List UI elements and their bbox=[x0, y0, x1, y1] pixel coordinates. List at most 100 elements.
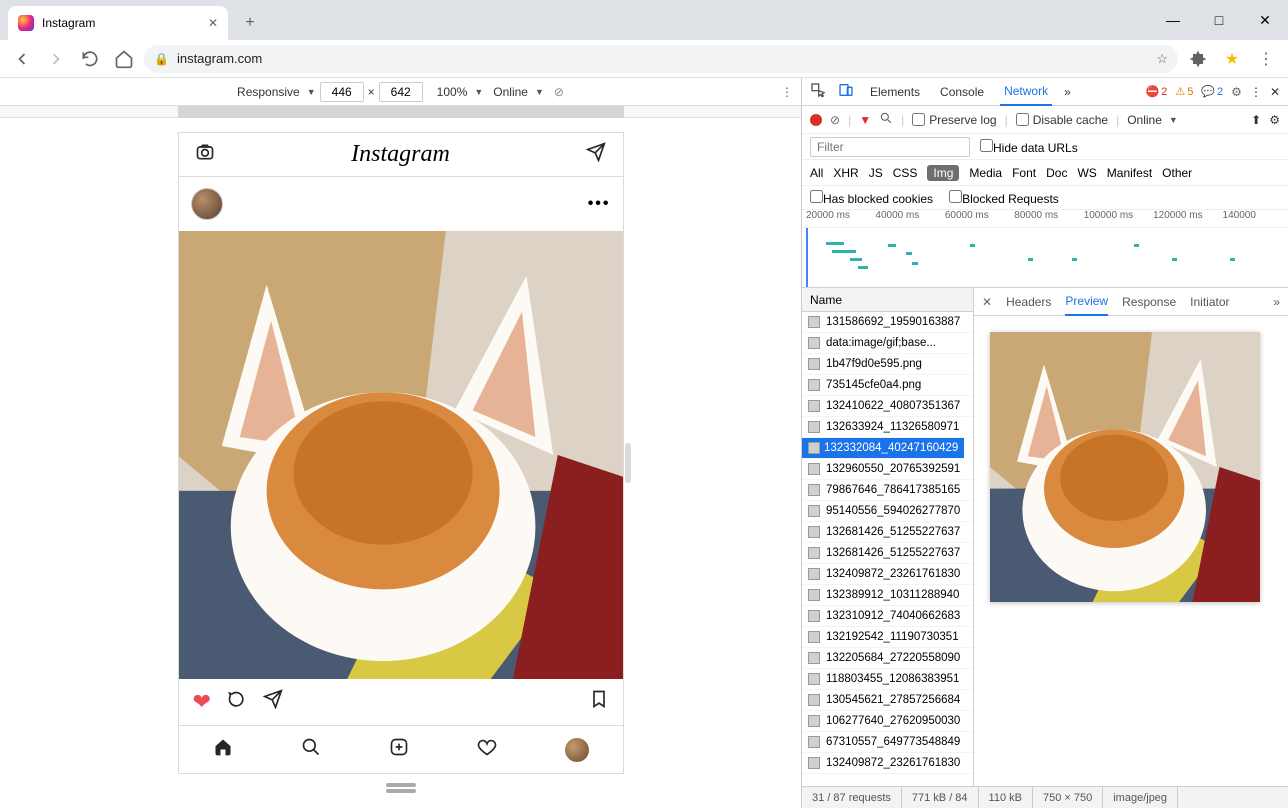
network-settings-icon[interactable]: ⚙ bbox=[1269, 113, 1280, 127]
request-row[interactable]: data:image/gif;base... bbox=[802, 333, 973, 354]
request-row[interactable]: 106277640_27620950030 bbox=[802, 711, 973, 732]
request-row[interactable]: 118803455_12086383951 bbox=[802, 669, 973, 690]
reload-button[interactable] bbox=[76, 45, 104, 73]
like-button[interactable]: ❤ bbox=[193, 689, 211, 715]
filter-type-all[interactable]: All bbox=[810, 166, 823, 180]
close-window-button[interactable]: ✕ bbox=[1242, 0, 1288, 40]
request-row[interactable]: 132332084_40247160429 bbox=[802, 438, 964, 459]
nav-search-icon[interactable] bbox=[301, 737, 321, 763]
detail-more-tabs-icon[interactable]: » bbox=[1273, 295, 1280, 309]
filter-toggle-icon[interactable]: ▼ bbox=[859, 113, 871, 127]
filter-type-font[interactable]: Font bbox=[1012, 166, 1036, 180]
nav-add-icon[interactable] bbox=[389, 737, 409, 763]
share-button[interactable] bbox=[263, 689, 283, 715]
clear-button[interactable]: ⊘ bbox=[830, 113, 840, 127]
request-row[interactable]: 131586692_19590163887 bbox=[802, 312, 973, 333]
record-button[interactable] bbox=[810, 114, 822, 126]
browser-tab[interactable]: Instagram ✕ bbox=[8, 6, 228, 40]
device-toolbar-menu-icon[interactable]: ⋮ bbox=[781, 85, 793, 99]
request-row[interactable]: 132310912_74040662683 bbox=[802, 606, 973, 627]
filter-type-img[interactable]: Img bbox=[927, 165, 959, 181]
star-icon[interactable]: ☆ bbox=[1156, 51, 1168, 67]
name-column-header[interactable]: Name bbox=[802, 288, 973, 312]
more-tabs-icon[interactable]: » bbox=[1064, 85, 1071, 99]
post-more-icon[interactable]: ••• bbox=[588, 195, 611, 213]
back-button[interactable] bbox=[8, 45, 36, 73]
request-row[interactable]: 130545621_27857256684 bbox=[802, 690, 973, 711]
request-row[interactable]: 132389912_10311288940 bbox=[802, 585, 973, 606]
disable-cache-checkbox[interactable]: Disable cache bbox=[1016, 113, 1108, 127]
chrome-menu-icon[interactable]: ⋮ bbox=[1252, 45, 1280, 73]
close-preview-button[interactable]: ✕ bbox=[982, 295, 992, 309]
warning-count[interactable]: ⚠5 bbox=[1175, 85, 1193, 98]
settings-icon[interactable]: ⚙ bbox=[1231, 85, 1242, 99]
device-mode-select[interactable]: Responsive bbox=[237, 85, 316, 99]
comment-button[interactable] bbox=[227, 689, 247, 715]
resize-handle[interactable] bbox=[625, 443, 631, 483]
waterfall-overview[interactable] bbox=[802, 228, 1288, 288]
minimize-button[interactable]: — bbox=[1150, 0, 1196, 40]
devtools-close-icon[interactable]: ✕ bbox=[1270, 85, 1280, 99]
extensions-icon[interactable] bbox=[1184, 45, 1212, 73]
new-tab-button[interactable]: + bbox=[236, 9, 264, 37]
filter-type-doc[interactable]: Doc bbox=[1046, 166, 1067, 180]
detail-tab-response[interactable]: Response bbox=[1122, 288, 1176, 316]
inspect-icon[interactable] bbox=[810, 82, 826, 101]
filter-input[interactable] bbox=[810, 137, 970, 157]
bottom-drag-handle[interactable] bbox=[386, 783, 416, 787]
nav-home-icon[interactable] bbox=[213, 737, 233, 763]
device-toggle-icon[interactable] bbox=[838, 82, 854, 101]
request-row[interactable]: 132409872_23261761830 bbox=[802, 753, 973, 774]
rotate-icon[interactable]: ⊘ bbox=[554, 85, 564, 99]
request-row[interactable]: 132681426_51255227637 bbox=[802, 522, 973, 543]
request-row[interactable]: 132205684_27220558090 bbox=[802, 648, 973, 669]
bookmark-button[interactable] bbox=[589, 689, 609, 715]
send-icon[interactable] bbox=[586, 142, 606, 167]
post-avatar[interactable] bbox=[191, 188, 223, 220]
detail-tab-preview[interactable]: Preview bbox=[1065, 288, 1108, 316]
info-count[interactable]: 💬2 bbox=[1201, 85, 1223, 98]
filter-type-js[interactable]: JS bbox=[869, 166, 883, 180]
filter-type-xhr[interactable]: XHR bbox=[833, 166, 858, 180]
hide-data-urls-checkbox[interactable]: Hide data URLs bbox=[980, 139, 1078, 155]
post-image[interactable] bbox=[179, 231, 623, 679]
address-bar[interactable]: 🔒 instagram.com ☆ bbox=[144, 45, 1178, 73]
nav-profile-icon[interactable] bbox=[565, 738, 589, 762]
home-button[interactable] bbox=[110, 45, 138, 73]
detail-tab-headers[interactable]: Headers bbox=[1006, 288, 1051, 316]
instagram-logo[interactable]: Instagram bbox=[351, 141, 450, 168]
request-row[interactable]: 132409872_23261761830 bbox=[802, 564, 973, 585]
filter-type-media[interactable]: Media bbox=[969, 166, 1002, 180]
import-har-icon[interactable]: ⬆ bbox=[1251, 113, 1261, 127]
filter-type-css[interactable]: CSS bbox=[893, 166, 918, 180]
throttle-select[interactable]: Online bbox=[493, 85, 544, 99]
viewport-height-input[interactable] bbox=[379, 82, 423, 102]
preserve-log-checkbox[interactable]: Preserve log bbox=[912, 113, 996, 127]
viewport-width-input[interactable] bbox=[320, 82, 364, 102]
tab-network[interactable]: Network bbox=[1000, 78, 1052, 106]
nav-activity-icon[interactable] bbox=[477, 737, 497, 763]
request-row[interactable]: 1b47f9d0e595.png bbox=[802, 354, 973, 375]
maximize-button[interactable]: □ bbox=[1196, 0, 1242, 40]
request-row[interactable]: 132410622_40807351367 bbox=[802, 396, 973, 417]
tab-close-icon[interactable]: ✕ bbox=[208, 16, 218, 30]
request-row[interactable]: 95140556_594026277870 bbox=[802, 501, 973, 522]
extension-badge-icon[interactable]: ★ bbox=[1218, 45, 1246, 73]
request-row[interactable]: 67310557_649773548849 bbox=[802, 732, 973, 753]
forward-button[interactable] bbox=[42, 45, 70, 73]
detail-tab-initiator[interactable]: Initiator bbox=[1190, 288, 1229, 316]
devtools-menu-icon[interactable]: ⋮ bbox=[1250, 85, 1262, 99]
error-count[interactable]: ⛔2 bbox=[1146, 85, 1168, 98]
request-row[interactable]: 79867646_786417385165 bbox=[802, 480, 973, 501]
filter-type-manifest[interactable]: Manifest bbox=[1107, 166, 1152, 180]
request-row[interactable]: 132633924_11326580971 bbox=[802, 417, 973, 438]
zoom-select[interactable]: 100% bbox=[437, 85, 484, 99]
filter-type-other[interactable]: Other bbox=[1162, 166, 1192, 180]
tab-elements[interactable]: Elements bbox=[866, 78, 924, 106]
blocked-requests-checkbox[interactable]: Blocked Requests bbox=[949, 190, 1059, 206]
camera-icon[interactable] bbox=[195, 142, 215, 167]
filter-type-ws[interactable]: WS bbox=[1077, 166, 1096, 180]
request-row[interactable]: 132192542_11190730351 bbox=[802, 627, 973, 648]
network-throttle-select[interactable]: Online bbox=[1127, 113, 1178, 127]
request-row[interactable]: 735145cfe0a4.png bbox=[802, 375, 973, 396]
